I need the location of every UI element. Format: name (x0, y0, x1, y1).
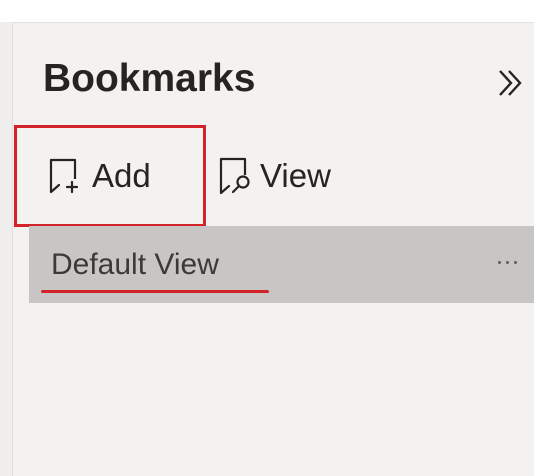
bookmark-add-icon (48, 157, 78, 195)
bookmarks-pane: Bookmarks Add View Default View (13, 23, 534, 476)
bookmark-more-options-button[interactable] (487, 244, 527, 280)
top-strip (0, 0, 534, 23)
pane-title: Bookmarks (43, 57, 256, 100)
add-bookmark-button[interactable]: Add (14, 125, 206, 227)
bookmark-view-icon (218, 156, 252, 196)
double-chevron-right-icon (499, 70, 522, 96)
bookmark-item[interactable]: Default View (29, 226, 534, 303)
bookmark-name: Default View (51, 248, 219, 281)
collapse-pane-button[interactable] (490, 63, 530, 103)
view-bookmark-button[interactable]: View (218, 148, 331, 204)
ellipsis-icon (497, 260, 501, 264)
view-button-label: View (260, 157, 331, 194)
bookmark-name-underline (41, 290, 269, 293)
left-gutter (0, 22, 13, 476)
add-button-label: Add (92, 157, 151, 194)
